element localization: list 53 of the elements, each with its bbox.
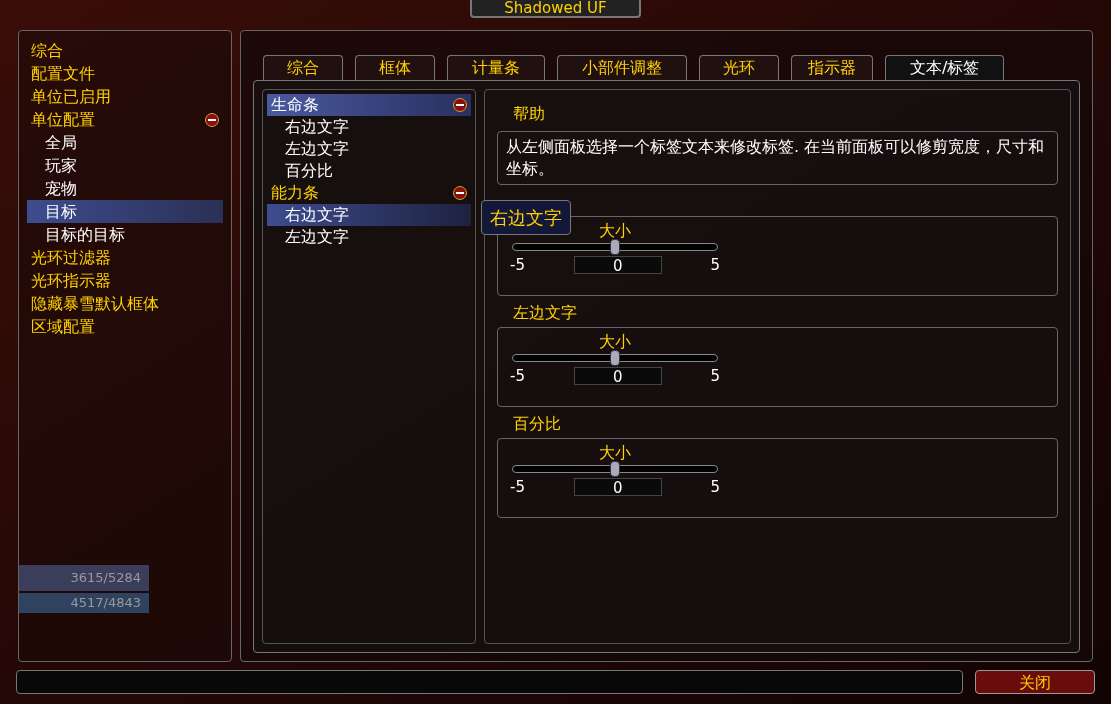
slider-min: -5: [510, 255, 525, 276]
tree-item[interactable]: 能力条: [267, 182, 471, 204]
tree-item[interactable]: 右边文字: [267, 116, 471, 138]
sidebar-item[interactable]: 目标的目标: [27, 223, 223, 246]
slider-max: 5: [710, 255, 720, 276]
slider-thumb[interactable]: [610, 239, 620, 255]
sidebar-item[interactable]: 目标: [27, 200, 223, 223]
slider-label: 大小: [599, 221, 631, 241]
close-button[interactable]: 关闭: [975, 670, 1095, 694]
collapse-icon[interactable]: [453, 186, 467, 200]
tab[interactable]: 框体: [355, 55, 435, 80]
tab[interactable]: 综合: [263, 55, 343, 80]
tab[interactable]: 文本/标签: [885, 55, 1005, 80]
tab[interactable]: 小部件调整: [557, 55, 687, 80]
slider-label: 大小: [599, 332, 631, 352]
tab[interactable]: 指示器: [791, 55, 873, 80]
sidebar-item[interactable]: 单位已启用: [27, 85, 223, 108]
slider-min: -5: [510, 477, 525, 498]
sidebar-item[interactable]: 配置文件: [27, 62, 223, 85]
slider-thumb[interactable]: [610, 461, 620, 477]
tree-item[interactable]: 左边文字: [267, 138, 471, 160]
unit-health-bar: 3615/5284: [19, 565, 149, 591]
collapse-icon[interactable]: [453, 98, 467, 112]
tree-item[interactable]: 生命条: [267, 94, 471, 116]
slider-value-field[interactable]: 0: [573, 478, 662, 497]
tab[interactable]: 计量条: [447, 55, 545, 80]
tree-item[interactable]: 左边文字: [267, 226, 471, 248]
sidebar-item[interactable]: 光环过滤器: [27, 246, 223, 269]
slider-label: 大小: [599, 443, 631, 463]
sidebar-item[interactable]: 玩家: [27, 154, 223, 177]
slider-value-field[interactable]: 0: [573, 367, 662, 386]
sidebar-item[interactable]: 全局: [27, 131, 223, 154]
group-title: 百分比: [512, 413, 562, 434]
sidebar-item[interactable]: 区域配置: [27, 315, 223, 338]
unit-power-bar: 4517/4843: [19, 593, 149, 613]
help-title: 帮助: [512, 103, 546, 125]
slider-max: 5: [710, 477, 720, 498]
tree-item[interactable]: 右边文字: [267, 204, 471, 226]
window-title: Shadowed UF: [470, 0, 641, 18]
sidebar-item[interactable]: 光环指示器: [27, 269, 223, 292]
slider-max: 5: [710, 366, 720, 387]
sidebar-item[interactable]: 隐藏暴雪默认框体: [27, 292, 223, 315]
tab[interactable]: 光环: [699, 55, 779, 80]
tooltip: 右边文字: [481, 200, 571, 235]
slider-min: -5: [510, 366, 525, 387]
slider-value-field[interactable]: 0: [573, 256, 662, 275]
help-text: 从左侧面板选择一个标签文本来修改标签. 在当前面板可以修剪宽度，尺寸和坐标。: [497, 131, 1058, 185]
sidebar-item[interactable]: 单位配置: [27, 108, 223, 131]
group-title: 左边文字: [512, 302, 578, 323]
sidebar-item[interactable]: 综合: [27, 39, 223, 62]
tree-item[interactable]: 百分比: [267, 160, 471, 182]
slider-thumb[interactable]: [610, 350, 620, 366]
sidebar-item[interactable]: 宠物: [27, 177, 223, 200]
